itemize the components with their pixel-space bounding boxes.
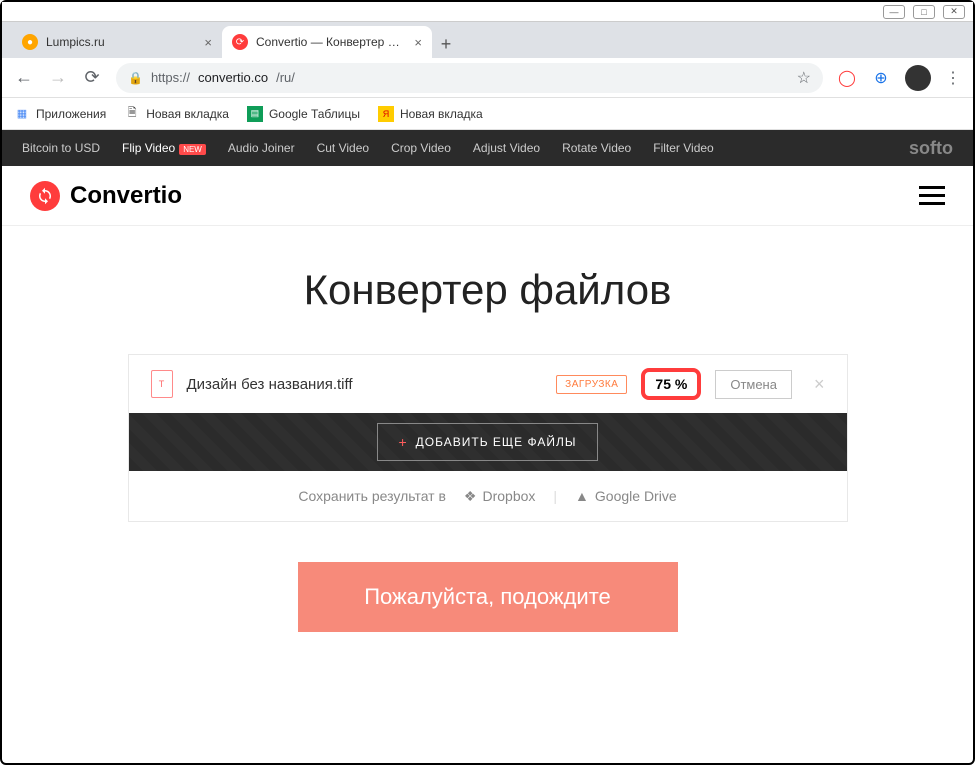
- save-option-label: Google Drive: [595, 488, 677, 504]
- close-window-button[interactable]: ✕: [943, 5, 965, 19]
- softo-nav: Bitcoin to USD Flip Video NEW Audio Joine…: [2, 130, 973, 166]
- bookmark-label: Приложения: [36, 107, 106, 121]
- reload-button[interactable]: ⟳: [82, 67, 102, 88]
- menu-button[interactable]: [919, 186, 945, 205]
- minimize-button[interactable]: —: [883, 5, 905, 19]
- profile-avatar[interactable]: [905, 65, 931, 91]
- url-path: /ru/: [276, 70, 295, 85]
- file-row: T Дизайн без названия.tiff ЗАГРУЗКА 75 %…: [129, 355, 847, 413]
- softo-link[interactable]: Adjust Video: [473, 141, 540, 155]
- tab-title: Convertio — Конвертер файлов: [256, 35, 406, 49]
- bookmarks-bar: ▦ Приложения 🗎 Новая вкладка ▤ Google Та…: [2, 98, 973, 130]
- browser-tab-active[interactable]: ⟳ Convertio — Конвертер файлов ×: [222, 26, 432, 58]
- file-name: Дизайн без названия.tiff: [187, 376, 543, 393]
- upload-progress: 75 %: [641, 368, 701, 400]
- close-tab-icon[interactable]: ×: [414, 35, 422, 50]
- dropbox-icon: ❖: [464, 488, 477, 505]
- save-option-dropbox[interactable]: ❖ Dropbox: [464, 488, 535, 505]
- save-option-gdrive[interactable]: ▲ Google Drive: [575, 488, 677, 504]
- softo-link[interactable]: Cut Video: [317, 141, 369, 155]
- softo-link[interactable]: Rotate Video: [562, 141, 631, 155]
- bookmark-item[interactable]: 🗎 Новая вкладка: [124, 106, 229, 122]
- divider: |: [553, 488, 557, 504]
- add-more-files-button[interactable]: + ДОБАВИТЬ ЕЩЕ ФАЙЛЫ: [377, 423, 597, 461]
- file-type-icon: T: [151, 370, 173, 398]
- file-panel: T Дизайн без названия.tiff ЗАГРУЗКА 75 %…: [128, 354, 848, 522]
- doc-icon: 🗎: [124, 106, 140, 122]
- extension-icon[interactable]: ⊕: [871, 68, 891, 88]
- browser-menu-icon[interactable]: ⋮: [945, 68, 961, 88]
- maximize-button[interactable]: □: [913, 5, 935, 19]
- gdrive-icon: ▲: [575, 488, 589, 504]
- softo-link[interactable]: Filter Video: [653, 141, 713, 155]
- remove-file-icon[interactable]: ×: [814, 374, 825, 395]
- bookmark-label: Новая вкладка: [400, 107, 483, 121]
- softo-logo: softo: [909, 138, 953, 159]
- add-files-bar: + ДОБАВИТЬ ЕЩЕ ФАЙЛЫ: [129, 413, 847, 471]
- bookmark-star-icon[interactable]: ☆: [797, 68, 811, 88]
- page-title: Конвертер файлов: [2, 266, 973, 314]
- softo-link[interactable]: Flip Video NEW: [122, 141, 206, 155]
- forward-button[interactable]: →: [48, 67, 68, 88]
- close-tab-icon[interactable]: ×: [204, 35, 212, 50]
- save-destination-row: Сохранить результат в ❖ Dropbox | ▲ Goog…: [129, 471, 847, 521]
- browser-toolbar: ← → ⟳ 🔒 https:// convertio.co/ru/ ☆ ◯ ⊕ ⋮: [2, 58, 973, 98]
- save-option-label: Dropbox: [482, 488, 535, 504]
- back-button[interactable]: ←: [14, 67, 34, 88]
- softo-link[interactable]: Bitcoin to USD: [22, 141, 100, 155]
- extension-icon[interactable]: ◯: [837, 68, 857, 88]
- upload-status-badge: ЗАГРУЗКА: [556, 375, 627, 394]
- convertio-logo[interactable]: Convertio: [30, 181, 182, 211]
- bookmark-label: Google Таблицы: [269, 107, 360, 121]
- sheets-icon: ▤: [247, 106, 263, 122]
- browser-tabs: ● Lumpics.ru × ⟳ Convertio — Конвертер ф…: [2, 22, 973, 58]
- save-label: Сохранить результат в: [298, 488, 446, 504]
- favicon-icon: ⟳: [232, 34, 248, 50]
- url-host: convertio.co: [198, 70, 268, 85]
- bookmark-label: Новая вкладка: [146, 107, 229, 121]
- apps-icon: ▦: [14, 106, 30, 122]
- bookmark-item[interactable]: ▦ Приложения: [14, 106, 106, 122]
- yandex-icon: Я: [378, 106, 394, 122]
- window-titlebar: — □ ✕: [2, 2, 973, 22]
- convertio-logo-icon: [30, 181, 60, 211]
- add-more-label: ДОБАВИТЬ ЕЩЕ ФАЙЛЫ: [416, 435, 577, 449]
- address-bar[interactable]: 🔒 https:// convertio.co/ru/ ☆: [116, 63, 823, 93]
- tab-title: Lumpics.ru: [46, 35, 105, 49]
- favicon-icon: ●: [22, 34, 38, 50]
- softo-link[interactable]: Audio Joiner: [228, 141, 295, 155]
- cancel-button[interactable]: Отмена: [715, 370, 792, 399]
- new-tab-button[interactable]: +: [432, 30, 460, 58]
- softo-link[interactable]: Crop Video: [391, 141, 451, 155]
- url-scheme: https://: [151, 70, 190, 85]
- softo-link-label: Flip Video: [122, 141, 175, 155]
- browser-tab[interactable]: ● Lumpics.ru ×: [12, 26, 222, 58]
- bookmark-item[interactable]: Я Новая вкладка: [378, 106, 483, 122]
- main-content: Конвертер файлов T Дизайн без названия.t…: [2, 226, 973, 632]
- plus-icon: +: [398, 434, 407, 450]
- lock-icon: 🔒: [128, 71, 143, 85]
- new-badge: NEW: [179, 144, 206, 155]
- site-header: Convertio: [2, 166, 973, 226]
- bookmark-item[interactable]: ▤ Google Таблицы: [247, 106, 360, 122]
- brand-name: Convertio: [70, 182, 182, 210]
- please-wait-button: Пожалуйста, подождите: [298, 562, 678, 632]
